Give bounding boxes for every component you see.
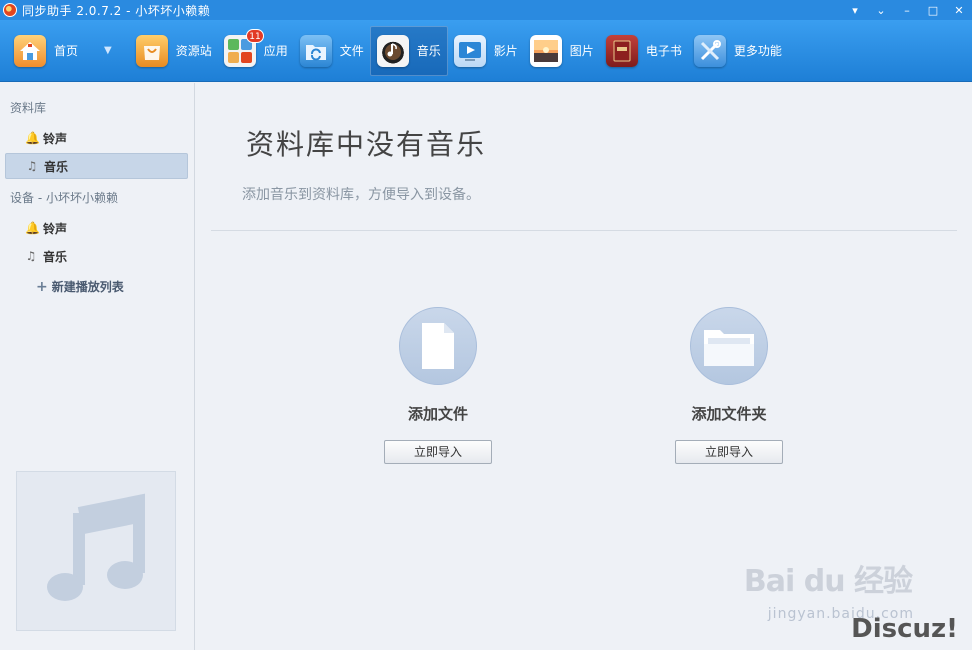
library-header: 资料库 — [10, 101, 47, 115]
new-playlist-button[interactable]: + 新建播放列表 — [36, 278, 124, 295]
discuz-watermark: Discuz! — [851, 614, 958, 644]
add-file-import-button[interactable]: 立即导入 — [384, 440, 492, 464]
sidebar-item-device-ringtones[interactable]: 🔔 铃声 — [5, 215, 188, 241]
sidebar-item-label: 铃声 — [43, 221, 68, 236]
tab-resources[interactable]: 资源站 — [130, 26, 218, 76]
file-folder-icon — [299, 34, 332, 67]
tab-files[interactable]: 文件 — [294, 26, 370, 76]
main-panel: 资料库中没有音乐 添加音乐到资料库，方便导入到设备。 添加文件 立即导入 添加文… — [196, 83, 972, 650]
title-bar: 同步助手 2.0.7.2 - 小坏坏小赖赖 ▾ ⌄ – □ ✕ — [0, 0, 972, 20]
tab-apps-label: 应用 — [263, 44, 288, 58]
home-icon — [14, 34, 46, 67]
tab-files-label: 文件 — [339, 44, 364, 58]
page-subtitle: 添加音乐到资料库，方便导入到设备。 — [242, 187, 480, 203]
add-file-label: 添加文件 — [407, 405, 468, 423]
app-logo-icon — [3, 3, 17, 17]
tab-pictures-label: 图片 — [569, 44, 594, 58]
tab-videos-label: 影片 — [493, 44, 518, 58]
bell-icon: 🔔 — [25, 131, 40, 145]
sidebar-item-label: 音乐 — [44, 159, 69, 174]
window-controls: ▾ ⌄ – □ ✕ — [842, 0, 972, 20]
sidebar-item-library-ringtones[interactable]: 🔔 铃声 — [5, 125, 188, 151]
sidebar: 资料库 🔔 铃声 ♫ 音乐 设备 - 小坏坏小赖赖 🔔 铃声 ♫ 音乐 + 新建… — [0, 83, 195, 650]
page-title: 资料库中没有音乐 — [246, 128, 487, 161]
tab-music[interactable]: 音乐 — [369, 25, 448, 76]
device-header: 设备 - 小坏坏小赖赖 — [10, 191, 118, 205]
maximize-button[interactable]: □ — [920, 0, 946, 20]
folder-icon — [690, 307, 768, 385]
tab-apps[interactable]: 11 应用 — [218, 26, 294, 76]
ebook-icon — [605, 34, 638, 67]
main-toolbar: 首页 ▼ 资源站 11 应用 文件 音乐 影片 图片 电子书 更多功能 — [0, 20, 972, 82]
tab-videos[interactable]: 影片 — [448, 26, 524, 76]
tab-ebooks[interactable]: 电子书 — [600, 26, 688, 76]
file-icon — [399, 307, 477, 385]
plus-icon: + — [36, 278, 48, 295]
music-note-icon — [47, 493, 145, 601]
add-file-card: 添加文件 立即导入 — [358, 307, 518, 464]
tab-more-features[interactable]: 更多功能 — [688, 26, 788, 76]
divider — [211, 230, 957, 231]
tab-pictures[interactable]: 图片 — [524, 26, 600, 76]
tab-more-features-label: 更多功能 — [733, 44, 782, 58]
album-art-placeholder — [16, 471, 176, 631]
tab-resources-label: 资源站 — [175, 44, 212, 58]
tab-ebooks-label: 电子书 — [645, 44, 682, 58]
music-icon — [376, 34, 409, 67]
picture-icon — [529, 34, 562, 67]
video-icon — [453, 34, 486, 67]
add-folder-label: 添加文件夹 — [691, 405, 767, 423]
tab-music-label: 音乐 — [416, 44, 441, 58]
chevron-down-icon[interactable]: ▼ — [104, 45, 112, 56]
skin-menu-icon[interactable]: ▾ — [842, 0, 868, 20]
sidebar-item-device-music[interactable]: ♫ 音乐 — [5, 243, 188, 269]
music-note-icon: ♫ — [25, 249, 37, 263]
bell-icon: 🔔 — [25, 221, 40, 235]
shopping-bag-icon — [135, 34, 168, 67]
collapse-icon[interactable]: ⌄ — [868, 0, 894, 20]
sidebar-item-label: 铃声 — [43, 131, 68, 146]
tab-home-label: 首页 — [54, 44, 79, 58]
sidebar-item-label: 音乐 — [43, 249, 68, 264]
window-title: 同步助手 2.0.7.2 - 小坏坏小赖赖 — [22, 3, 211, 18]
add-folder-import-button[interactable]: 立即导入 — [675, 440, 783, 464]
tab-home[interactable]: 首页 — [8, 26, 84, 76]
close-button[interactable]: ✕ — [946, 0, 972, 20]
new-playlist-label: 新建播放列表 — [51, 280, 124, 294]
apps-icon: 11 — [223, 28, 264, 67]
tools-icon — [693, 34, 726, 67]
baidu-watermark: Bai du 经验 — [743, 564, 913, 599]
add-folder-card: 添加文件夹 立即导入 — [649, 307, 809, 464]
sidebar-item-library-music[interactable]: ♫ 音乐 — [5, 153, 188, 179]
music-note-icon: ♫ — [26, 159, 38, 173]
apps-update-badge: 11 — [246, 28, 264, 43]
minimize-button[interactable]: – — [894, 0, 920, 20]
